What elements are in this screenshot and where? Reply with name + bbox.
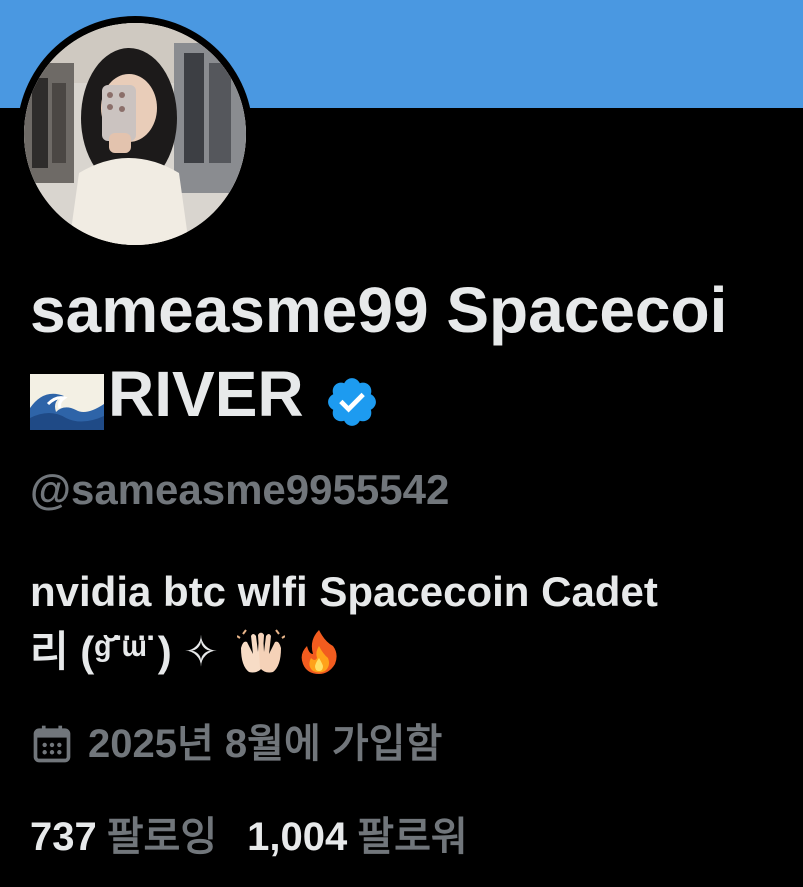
profile-handle: @sameasme9955542 bbox=[30, 466, 450, 513]
display-name-river: RIVER bbox=[108, 358, 304, 430]
bio-line1: nvidia btc wlfi Spacecoin Cadet bbox=[30, 568, 658, 615]
profile-display-name: sameasme99 Spacecoi RIVER bbox=[30, 268, 803, 436]
following-link[interactable]: 737 팔로잉 bbox=[30, 810, 217, 864]
joined-text: 2025년 8월에 가입함 bbox=[88, 722, 443, 766]
following-count: 737 bbox=[30, 815, 97, 859]
followers-label: 팔로워 bbox=[357, 815, 468, 859]
profile-bio: nvidia btc wlfi Spacecoin Cadet 리 (ᵍ̆ ̈ᵚ… bbox=[30, 562, 803, 682]
calendar-icon bbox=[30, 722, 74, 766]
avatar-photo bbox=[24, 23, 246, 245]
profile-stats: 737 팔로잉 1,004 팔로워 bbox=[30, 810, 498, 864]
display-name-line1: sameasme99 Spacecoi bbox=[30, 274, 728, 346]
profile-page: sameasme99 Spacecoi RIVER @sameasme99555… bbox=[0, 0, 803, 887]
bio-line2: 리 (ᵍ̆ ̈ᵚ̈ ) ✧ bbox=[30, 622, 803, 682]
profile-avatar[interactable] bbox=[17, 16, 253, 252]
raised-hands-emoji-icon bbox=[236, 628, 286, 676]
followers-count: 1,004 bbox=[247, 815, 348, 859]
followers-link[interactable]: 1,004 팔로워 bbox=[247, 810, 468, 864]
profile-joined-date: 2025년 8월에 가입함 bbox=[30, 718, 442, 770]
display-name-line2: RIVER bbox=[30, 352, 803, 436]
wave-emoji-icon bbox=[30, 366, 104, 430]
bio-line2-text: 리 (ᵍ̆ ̈ᵚ̈ ) ✧ bbox=[30, 628, 219, 675]
following-label: 팔로잉 bbox=[106, 815, 218, 859]
fire-emoji-icon bbox=[295, 628, 343, 676]
verified-badge-icon[interactable] bbox=[324, 366, 380, 426]
